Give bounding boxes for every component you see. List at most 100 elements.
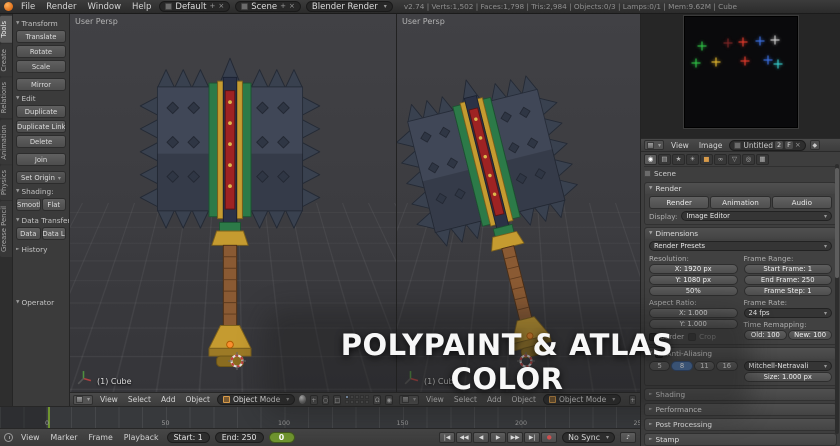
duplicate-button[interactable]: Duplicate — [16, 105, 66, 118]
timeline-editor-icon[interactable] — [4, 433, 13, 442]
post-processing-panel-header[interactable]: Post Processing — [645, 419, 836, 430]
menu-render[interactable]: Render — [43, 2, 79, 12]
view-menu[interactable]: View — [668, 141, 692, 150]
edit-section-header[interactable]: Edit — [16, 94, 66, 103]
tab-constraints[interactable] — [714, 153, 727, 165]
scene-selector[interactable]: Scene — [235, 1, 301, 12]
audio-scrubbing-icon[interactable] — [620, 432, 636, 443]
view-menu[interactable]: View — [423, 395, 447, 404]
shelf-tab-physics[interactable]: Physics — [0, 165, 12, 201]
timeline-ruler[interactable]: 0 50 100 150 200 250 — [0, 406, 640, 428]
resolution-x-field[interactable]: X: 1920 px — [649, 264, 738, 274]
aa-filter-selector[interactable]: Mitchell-Netravali — [743, 361, 832, 371]
screen-layout-selector[interactable]: Default — [159, 1, 231, 12]
menu-file[interactable]: File — [18, 2, 38, 12]
set-origin-button[interactable]: Set Origin — [16, 171, 66, 184]
tab-material[interactable] — [742, 153, 755, 165]
mode-selector[interactable]: Object Mode — [216, 394, 296, 405]
object-menu[interactable]: Object — [509, 395, 539, 404]
object-menu[interactable]: Object — [183, 395, 213, 404]
resolution-percentage-field[interactable]: 50% — [649, 286, 738, 296]
next-keyframe-button[interactable]: ▶▶ — [507, 432, 524, 443]
render-panel-header[interactable]: Render — [645, 183, 836, 194]
layers-widget[interactable] — [345, 395, 370, 404]
stamp-panel-header[interactable]: Stamp — [645, 434, 836, 445]
render-opengl-icon[interactable]: ◉ — [385, 394, 393, 405]
join-button[interactable]: Join — [16, 153, 66, 166]
rotate-button[interactable]: Rotate — [16, 45, 66, 58]
tab-render-layers[interactable] — [658, 153, 671, 165]
operator-panel-header[interactable]: Operator — [16, 298, 66, 307]
time-remap-old-field[interactable]: Old: 100 — [743, 330, 788, 340]
scale-button[interactable]: Scale — [16, 60, 66, 73]
pin-icon[interactable]: ◆ — [809, 140, 820, 150]
delete-scene-button[interactable] — [289, 2, 295, 11]
image-menu[interactable]: Image — [696, 141, 726, 150]
end-frame-field[interactable]: End: 250 — [214, 432, 264, 443]
unlink-image-button[interactable] — [795, 141, 801, 150]
audio-button[interactable]: Audio — [771, 196, 832, 209]
timeline-frame-menu[interactable]: Frame — [85, 433, 115, 442]
users-count-badge[interactable]: 2 — [775, 141, 784, 149]
add-menu[interactable]: Add — [158, 395, 179, 404]
select-menu[interactable]: Select — [125, 395, 154, 404]
display-selector[interactable]: Image Editor — [681, 211, 832, 221]
editor-type-button[interactable] — [73, 394, 94, 405]
duplicate-linked-button[interactable]: Duplicate Linked — [16, 120, 66, 133]
aa-size-field[interactable]: Size: 1.000 px — [743, 372, 832, 382]
tab-scene[interactable] — [672, 153, 685, 165]
start-frame-field[interactable]: Start Frame: 1 — [743, 264, 832, 274]
view-menu[interactable]: View — [97, 395, 121, 404]
add-scene-button[interactable] — [280, 2, 286, 11]
delete-button[interactable]: Delete — [16, 135, 66, 148]
properties-scrollbar[interactable] — [835, 164, 839, 434]
timeline-view-menu[interactable]: View — [18, 433, 43, 442]
smooth-button[interactable]: Smooth — [16, 198, 41, 211]
manipulator-translate-icon[interactable]: + — [629, 394, 637, 405]
editor-type-button[interactable] — [399, 394, 420, 405]
translate-button[interactable]: Translate — [16, 30, 66, 43]
render-button[interactable]: Render — [649, 196, 710, 209]
auto-keyframe-button[interactable]: ● — [541, 432, 558, 443]
frame-rate-selector[interactable]: 24 fps — [743, 308, 832, 318]
play-reverse-button[interactable]: ◀ — [473, 432, 490, 443]
tab-object[interactable] — [700, 153, 713, 165]
tab-data[interactable] — [728, 153, 741, 165]
editor-type-button[interactable] — [644, 140, 665, 150]
current-frame-field[interactable]: 0 — [268, 432, 295, 443]
frame-step-field[interactable]: Frame Step: 1 — [743, 286, 832, 296]
history-section-header[interactable]: History — [16, 245, 66, 254]
manipulator-translate-icon[interactable]: + — [309, 394, 318, 405]
data-layout-button[interactable]: Data Layout — [41, 227, 66, 240]
select-menu[interactable]: Select — [451, 395, 480, 404]
animation-button[interactable]: Animation — [710, 196, 771, 209]
image-datablock[interactable]: Untitled 2 F — [729, 139, 806, 151]
menu-window[interactable]: Window — [85, 2, 125, 12]
render-engine-selector[interactable]: Blender Render — [305, 1, 393, 12]
transform-section-header[interactable]: Transform — [16, 19, 66, 28]
delete-layout-button[interactable] — [218, 2, 224, 11]
prev-keyframe-button[interactable]: ◀◀ — [456, 432, 473, 443]
jump-to-end-button[interactable]: ▶| — [524, 432, 541, 443]
resolution-y-field[interactable]: Y: 1080 px — [649, 275, 738, 285]
start-frame-field[interactable]: Start: 1 — [166, 432, 210, 443]
timeline-playback-menu[interactable]: Playback — [121, 433, 162, 442]
data-button[interactable]: Data — [16, 227, 41, 240]
play-button[interactable]: ▶ — [490, 432, 507, 443]
scrollbar-thumb[interactable] — [835, 168, 839, 278]
snap-magnet-icon[interactable] — [373, 394, 382, 405]
aspect-x-field[interactable]: X: 1.000 — [649, 308, 738, 318]
add-menu[interactable]: Add — [484, 395, 505, 404]
shelf-tab-grease-pencil[interactable]: Grease Pencil — [0, 201, 12, 258]
dimensions-panel-header[interactable]: Dimensions — [645, 228, 836, 239]
shelf-tab-tools[interactable]: Tools — [0, 16, 12, 43]
tab-world[interactable] — [686, 153, 699, 165]
shelf-tab-create[interactable]: Create — [0, 43, 12, 77]
jump-to-start-button[interactable]: |◀ — [439, 432, 456, 443]
flat-button[interactable]: Flat — [41, 198, 66, 211]
image-editor-canvas[interactable] — [641, 14, 840, 138]
end-frame-field[interactable]: End Frame: 250 — [743, 275, 832, 285]
sync-mode-selector[interactable]: No Sync — [562, 432, 615, 443]
render-presets-selector[interactable]: Render Presets — [649, 241, 832, 251]
tab-texture[interactable] — [756, 153, 769, 165]
